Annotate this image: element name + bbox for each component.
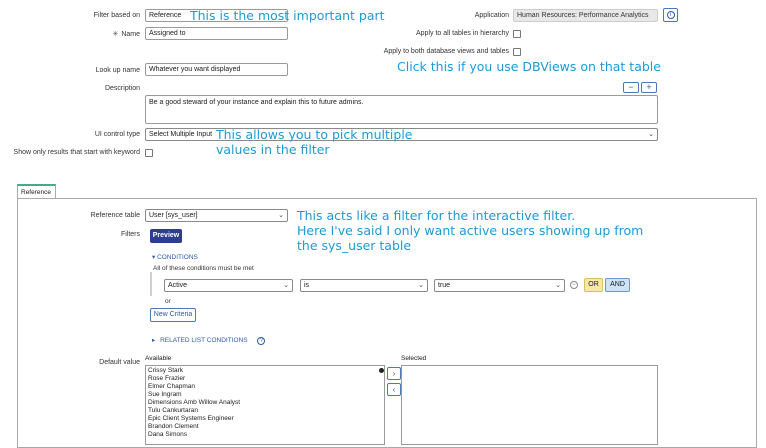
apply-hierarchy-label: Apply to all tables in hierarchy: [416, 30, 509, 37]
preview-button[interactable]: Preview: [150, 229, 182, 243]
ref-table-select[interactable]: User [sys_user] ⌄: [145, 209, 288, 222]
tab-reference[interactable]: Reference: [17, 184, 56, 199]
scrollbar-thumb[interactable]: [379, 368, 384, 373]
description-collapse-button[interactable]: −: [623, 82, 639, 93]
description-label: Description: [104, 85, 140, 92]
caret-down-icon: ▾: [152, 254, 156, 261]
info-icon: i: [666, 11, 675, 19]
conditions-label: CONDITIONS: [157, 254, 198, 261]
selected-list[interactable]: [401, 365, 658, 445]
list-item[interactable]: Elmer Chapman: [146, 383, 384, 391]
ui-control-value: Select Multiple Input: [149, 131, 213, 138]
list-item[interactable]: Epic Client Systems Engineer: [146, 415, 384, 423]
annotation-dbviews: Click this if you use DBViews on that ta…: [397, 59, 661, 74]
show-only-checkbox[interactable]: [145, 149, 153, 157]
or-button[interactable]: OR: [584, 278, 603, 292]
chevron-right-icon: ›: [392, 369, 396, 378]
related-list-header[interactable]: ▸ RELATED LIST CONDITIONS ?: [152, 336, 266, 345]
new-criteria-button[interactable]: New Criteria: [150, 308, 196, 322]
show-only-label: Show only results that start with keywor…: [13, 149, 140, 156]
chevron-down-icon: ⌄: [278, 212, 284, 219]
available-label: Available: [145, 355, 172, 362]
required-asterisk-icon: ✳: [112, 31, 119, 38]
apply-both-label: Apply to both database views and tables: [383, 48, 509, 55]
selected-label: Selected: [401, 355, 427, 362]
chevron-down-icon: ⌄: [648, 131, 654, 138]
ui-control-label: UI control type: [94, 131, 140, 138]
available-list[interactable]: Crissy Stark Rose Frazier Elmer Chapman …: [145, 365, 385, 445]
lookup-label: Look up name: [95, 67, 140, 74]
description-expand-button[interactable]: +: [641, 82, 657, 93]
annotation-most-important: This is the most important part: [190, 8, 385, 23]
annotation-filter-3: the sys_user table: [297, 238, 412, 253]
name-label: Name: [121, 31, 140, 38]
application-field: Human Resources: Performance Analytics: [513, 9, 658, 22]
list-item[interactable]: Dana Simons: [146, 431, 384, 439]
ref-table-label: Reference table: [90, 212, 140, 219]
apply-hierarchy-checkbox[interactable]: [513, 30, 521, 38]
condition-field-value: Active: [168, 282, 188, 289]
description-textarea[interactable]: Be a good steward of your instance and e…: [145, 95, 658, 124]
move-right-button[interactable]: ›: [387, 367, 401, 380]
chevron-left-icon: ‹: [392, 385, 396, 394]
condition-field-select[interactable]: Active ⌄: [164, 279, 293, 292]
help-icon[interactable]: ?: [257, 337, 266, 345]
or-text: or: [165, 298, 171, 305]
all-conditions-text: All of these conditions must be met: [153, 265, 254, 272]
and-button[interactable]: AND: [605, 278, 630, 292]
conditions-header[interactable]: ▾ CONDITIONS: [152, 253, 198, 261]
description-text: Be a good steward of your instance and e…: [149, 99, 364, 106]
annotation-multiple-1: This allows you to pick multiple: [216, 127, 413, 142]
move-left-button[interactable]: ‹: [387, 383, 401, 396]
remove-condition-icon[interactable]: −: [570, 281, 578, 289]
application-label: Application: [474, 12, 509, 19]
list-item[interactable]: Tulu Cankurtaran: [146, 407, 384, 415]
list-item[interactable]: Rose Frazier: [146, 375, 384, 383]
lookup-field[interactable]: Whatever you want displayed: [145, 63, 288, 76]
name-field[interactable]: Assigned to: [145, 27, 288, 40]
list-item[interactable]: Brandon Clement: [146, 423, 384, 431]
default-value-label: Default value: [99, 359, 140, 366]
plus-icon: +: [646, 82, 652, 92]
condition-value-select[interactable]: true ⌄: [434, 279, 565, 292]
chevron-down-icon: ⌄: [555, 282, 561, 289]
condition-value-value: true: [438, 282, 451, 289]
annotation-multiple-2: values in the filter: [216, 142, 330, 157]
chevron-down-icon: ⌄: [418, 282, 424, 289]
annotation-filter-2: Here I've said I only want active users …: [297, 223, 644, 238]
related-label: RELATED LIST CONDITIONS: [160, 337, 248, 344]
filters-label: Filters: [120, 231, 140, 238]
annotation-filter-1: This acts like a filter for the interact…: [297, 208, 576, 223]
chevron-down-icon: ⌄: [283, 282, 289, 289]
condition-operator-select[interactable]: is ⌄: [300, 279, 428, 292]
minus-icon: −: [628, 82, 634, 92]
filter-based-on-label: Filter based on: [93, 12, 140, 19]
info-icon-button[interactable]: i: [663, 8, 678, 22]
ref-table-value: User [sys_user]: [149, 212, 198, 219]
condition-operator-value: is: [304, 282, 310, 289]
list-item[interactable]: Crissy Stark: [146, 367, 384, 375]
list-item[interactable]: Dimensions Amb Willow Analyst: [146, 399, 384, 407]
list-item[interactable]: Sue Ingram: [146, 391, 384, 399]
apply-both-checkbox[interactable]: [513, 48, 521, 56]
name-label-wrap: ✳ Name: [112, 30, 140, 38]
caret-right-icon: ▸: [152, 337, 156, 344]
